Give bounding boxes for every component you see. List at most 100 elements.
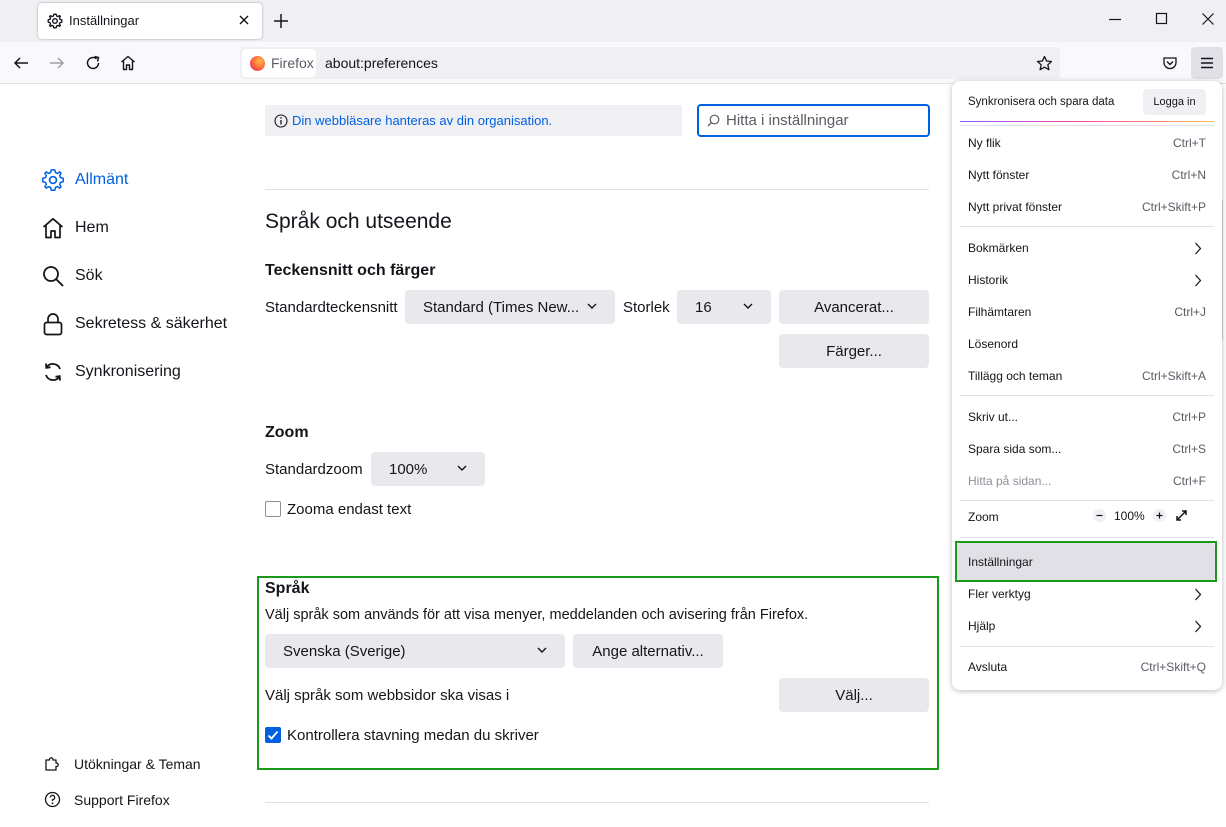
sidebar-item-label: Hem: [75, 219, 109, 236]
choose-web-language-button[interactable]: Välj...: [779, 678, 929, 712]
browser-language-select[interactable]: Svenska (Sverige): [265, 634, 565, 668]
section-title: Språk och utseende: [265, 210, 452, 233]
colors-button[interactable]: Färger...: [779, 334, 929, 368]
default-font-select[interactable]: Standard (Times New...: [405, 290, 615, 324]
menu-item-label: Ny flik: [968, 136, 1001, 150]
lock-icon: [41, 312, 65, 336]
menu-item-label: Zoom: [968, 510, 999, 524]
menu-separator: [960, 125, 1214, 126]
close-window-icon[interactable]: [1201, 12, 1215, 26]
menu-item-label: Spara sida som...: [968, 442, 1062, 456]
default-font-label: Standardteckensnitt: [265, 299, 398, 316]
pocket-icon[interactable]: [1162, 55, 1178, 71]
zoom-in-icon[interactable]: [1152, 508, 1167, 523]
minimize-icon[interactable]: [1108, 12, 1122, 26]
open-menu-button[interactable]: [1191, 47, 1223, 79]
fonts-heading: Teckensnitt och färger: [265, 262, 436, 279]
home-icon[interactable]: [119, 54, 137, 72]
sidebar-foot-label: Support Firefox: [74, 791, 170, 808]
sidebar-support-link[interactable]: Support Firefox: [44, 791, 170, 808]
chevron-right-icon: [1194, 274, 1202, 287]
reload-icon[interactable]: [84, 54, 102, 72]
menu-item-label: Inställningar: [968, 555, 1033, 569]
spellcheck-checkbox[interactable]: [265, 727, 281, 743]
browser-language-value: Svenska (Sverige): [283, 642, 406, 660]
sidebar-foot-label: Utökningar & Teman: [74, 755, 201, 772]
menu-item-label: Hjälp: [968, 619, 996, 633]
zoom-text-only-label: Zooma endast text: [287, 501, 412, 518]
sidebar-extensions-link[interactable]: Utökningar & Teman: [44, 755, 201, 772]
menu-item-print[interactable]: Skriv ut... Ctrl+P: [968, 410, 1206, 426]
navigation-toolbar: Firefox about:preferences: [0, 42, 1226, 84]
firefox-logo-icon: [250, 56, 265, 71]
back-arrow-icon[interactable]: [12, 54, 30, 72]
sidebar-item-search[interactable]: Sök: [41, 262, 103, 290]
language-description: Välj språk som används för att visa meny…: [265, 607, 809, 623]
menu-item-settings[interactable]: Inställningar: [968, 555, 1206, 571]
menu-item-passwords[interactable]: Lösenord: [968, 337, 1206, 353]
sidebar-item-privacy[interactable]: Sekretess & säkerhet: [41, 310, 227, 338]
sync-divider: [960, 121, 1214, 122]
info-icon: [274, 113, 288, 128]
menu-item-addons-themes[interactable]: Tillägg och teman Ctrl+Skift+A: [968, 369, 1206, 385]
menu-item-downloads[interactable]: Filhämtaren Ctrl+J: [968, 305, 1206, 321]
policy-notice-link[interactable]: Din webbläsare hanteras av din organisat…: [292, 113, 552, 128]
help-icon: [44, 791, 61, 808]
login-button[interactable]: Logga in: [1143, 89, 1206, 115]
gear-icon: [47, 13, 63, 29]
chevron-right-icon: [1194, 620, 1202, 633]
settings-search-input[interactable]: Hitta i inställningar: [697, 104, 930, 137]
menu-item-shortcut: Ctrl+P: [1172, 410, 1206, 424]
new-tab-icon[interactable]: [272, 12, 290, 30]
language-heading: Språk: [265, 580, 310, 597]
menu-item-quit[interactable]: Avsluta Ctrl+Skift+Q: [968, 660, 1206, 676]
menu-item-shortcut: Ctrl+Skift+P: [1141, 200, 1206, 214]
tab-title: Inställningar: [69, 13, 140, 28]
advanced-fonts-button[interactable]: Avancerat...: [779, 290, 929, 324]
sidebar-item-sync[interactable]: Synkronisering: [41, 358, 181, 386]
menu-item-shortcut: Ctrl+N: [1171, 168, 1206, 182]
spellcheck-label: Kontrollera stavning medan du skriver: [287, 727, 539, 744]
font-size-select[interactable]: 16: [677, 290, 771, 324]
default-zoom-select[interactable]: 100%: [371, 452, 485, 486]
menu-item-shortcut: Ctrl+Skift+Q: [1140, 660, 1206, 674]
fullscreen-icon[interactable]: [1174, 508, 1189, 523]
zoom-out-icon[interactable]: [1092, 508, 1107, 523]
menu-separator: [960, 226, 1214, 227]
chevron-down-icon: [743, 303, 753, 310]
address-bar[interactable]: Firefox about:preferences: [240, 47, 1060, 79]
search-icon: [707, 114, 720, 127]
menu-item-label: Lösenord: [968, 337, 1019, 351]
zoom-text-only-checkbox[interactable]: [265, 501, 281, 517]
divider: [265, 802, 929, 803]
zoom-level[interactable]: 100%: [1114, 509, 1145, 523]
forward-arrow-icon[interactable]: [48, 54, 66, 72]
menu-item-history[interactable]: Historik: [968, 273, 1206, 289]
close-tab-icon[interactable]: [237, 13, 251, 27]
menu-item-new-window[interactable]: Nytt fönster Ctrl+N: [968, 168, 1206, 184]
sidebar-item-general[interactable]: Allmänt: [41, 166, 128, 194]
menu-item-shortcut: Ctrl+S: [1172, 442, 1206, 456]
menu-item-find-in-page[interactable]: Hitta på sidan... Ctrl+F: [968, 474, 1206, 490]
menu-item-bookmarks[interactable]: Bokmärken: [968, 241, 1206, 257]
menu-item-new-private-window[interactable]: Nytt privat fönster Ctrl+Skift+P: [968, 200, 1206, 216]
maximize-icon[interactable]: [1155, 12, 1169, 26]
bookmark-star-icon[interactable]: [1036, 55, 1053, 72]
default-zoom-value: 100%: [389, 460, 428, 478]
menu-item-save-page[interactable]: Spara sida som... Ctrl+S: [968, 442, 1206, 458]
menu-item-new-tab[interactable]: Ny flik Ctrl+T: [968, 136, 1206, 152]
menu-item-zoom[interactable]: Zoom 100%: [968, 508, 1206, 526]
menu-item-label: Tillägg och teman: [968, 369, 1063, 383]
tab-settings[interactable]: Inställningar: [38, 3, 262, 39]
web-language-label: Välj språk som webbsidor ska visas i: [265, 687, 510, 704]
menu-item-label: Avsluta: [968, 660, 1008, 674]
identity-box[interactable]: Firefox: [242, 49, 316, 77]
language-alternatives-button[interactable]: Ange alternativ...: [573, 634, 723, 668]
menu-item-help[interactable]: Hjälp: [968, 619, 1206, 635]
menu-separator: [960, 395, 1214, 396]
policy-notice[interactable]: Din webbläsare hanteras av din organisat…: [265, 105, 682, 136]
puzzle-icon: [44, 755, 61, 772]
menu-item-more-tools[interactable]: Fler verktyg: [968, 587, 1206, 603]
url-text[interactable]: about:preferences: [325, 55, 438, 71]
sidebar-item-home[interactable]: Hem: [41, 214, 109, 242]
